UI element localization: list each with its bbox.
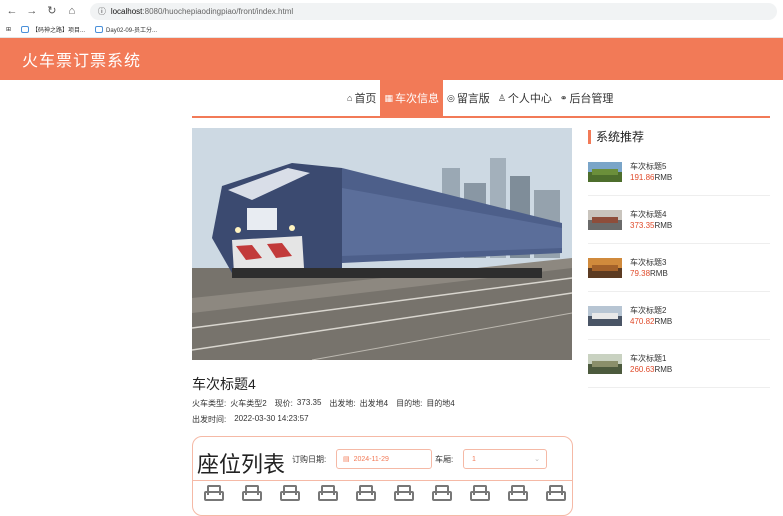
seat-grid	[204, 485, 566, 501]
departure-time-value: 2022-03-30 14:23:57	[234, 414, 309, 423]
seat-icon[interactable]	[394, 485, 414, 501]
recommend-price: 79.38RMB	[630, 268, 668, 278]
train-title: 车次标题4	[192, 376, 256, 392]
departure-value: 出发地4	[359, 399, 389, 408]
browser-toolbar: ← → ↻ ⌂ ⓘ localhost:8080/huochepiaodingp…	[0, 0, 783, 22]
title-accent-bar	[588, 129, 591, 144]
recommend-title: 系统推荐	[596, 130, 645, 144]
recommend-item[interactable]: 车次标题3 79.38RMB	[588, 244, 770, 292]
seat-icon[interactable]	[546, 485, 566, 501]
destination-value: 目的地4	[426, 399, 455, 408]
seat-icon[interactable]	[470, 485, 490, 501]
forward-icon[interactable]: →	[26, 0, 38, 22]
site-title: 火车票订票系统	[22, 53, 142, 70]
recommend-name[interactable]: 车次标题4	[630, 209, 672, 220]
train-type-value: 火车类型2	[230, 399, 267, 408]
recommend-item[interactable]: 车次标题5 191.86RMB	[588, 148, 770, 196]
nav-underline	[192, 116, 770, 118]
apps-icon[interactable]: ⊞	[6, 26, 11, 33]
recommend-thumbnail[interactable]	[588, 209, 622, 230]
calendar-icon: ▤	[343, 456, 350, 463]
bookmark-icon	[95, 26, 104, 33]
bookmark-icon	[21, 26, 30, 33]
departure-time-line: 出发时间: 2022-03-30 14:23:57	[192, 414, 309, 424]
home-browser-icon[interactable]: ⌂	[66, 0, 78, 22]
user-icon: ♙	[497, 92, 506, 103]
seat-icon[interactable]	[432, 485, 452, 501]
info-icon: ⓘ	[97, 6, 106, 16]
recommend-item[interactable]: 车次标题1 260.63RMB	[588, 340, 770, 388]
url-path: :8080/huochepiaodingpiao/front/index.htm…	[142, 6, 294, 16]
recommend-name[interactable]: 车次标题1	[630, 353, 672, 364]
order-date-input[interactable]: ▤ 2024-11-29	[336, 449, 432, 469]
seat-icon[interactable]	[318, 485, 338, 501]
recommend-thumbnail[interactable]	[588, 161, 622, 182]
seat-divider	[193, 480, 572, 481]
recommend-price: 470.82RMB	[630, 316, 673, 326]
seat-icon[interactable]	[204, 485, 224, 501]
recommend-item[interactable]: 车次标题4 373.35RMB	[588, 196, 770, 244]
bookmark-item[interactable]: Day02-09-员工分...	[95, 25, 157, 34]
grid-icon: ▦	[384, 92, 393, 103]
home-icon: ⌂	[347, 93, 353, 103]
seat-icon[interactable]	[508, 485, 528, 501]
recommend-header: 系统推荐	[588, 128, 644, 145]
recommend-item[interactable]: 车次标题2 470.82RMB	[588, 292, 770, 340]
nav-user-center[interactable]: ♙ 个人中心	[494, 80, 556, 116]
recommend-list: 车次标题5 191.86RMB 车次标题4 373.35RMB 车次标题3 79.38RM…	[588, 148, 770, 388]
nav-admin[interactable]: ⚭ 后台管理	[556, 80, 618, 116]
chat-icon: ◎	[446, 92, 455, 103]
train-illustration	[192, 128, 572, 360]
nav-message-board[interactable]: ◎ 留言版	[443, 80, 494, 116]
seat-icon[interactable]	[280, 485, 300, 501]
bookmark-item[interactable]: 【码神之路】项目...	[21, 25, 85, 34]
recommend-name[interactable]: 车次标题3	[630, 257, 668, 268]
seat-list-title: 座位列表	[197, 452, 286, 477]
recommend-thumbnail[interactable]	[588, 305, 622, 326]
recommend-price: 260.63RMB	[630, 364, 673, 374]
train-image	[192, 128, 572, 360]
recommend-price: 373.35RMB	[630, 220, 673, 230]
nav-home[interactable]: ⌂ 首页	[343, 80, 380, 116]
recommend-name[interactable]: 车次标题5	[630, 161, 672, 172]
site-header: 火车票订票系统	[0, 38, 783, 80]
car-label: 车厢:	[435, 455, 454, 464]
reload-icon[interactable]: ↻	[46, 0, 58, 22]
car-select[interactable]: 1 ⌄	[463, 449, 547, 469]
bookmarks-bar: ⊞ 【码神之路】项目... Day02-09-员工分...	[0, 22, 783, 38]
link-icon: ⚭	[559, 92, 568, 103]
address-bar[interactable]: ⓘ localhost:8080/huochepiaodingpiao/fron…	[89, 2, 778, 20]
order-date-label: 订购日期:	[292, 455, 327, 464]
recommend-thumbnail[interactable]	[588, 257, 622, 278]
chevron-down-icon: ⌄	[534, 456, 540, 463]
back-icon[interactable]: ←	[6, 0, 18, 22]
seat-panel: 座位列表 订购日期: ▤ 2024-11-29 车厢: 1 ⌄	[192, 436, 573, 516]
url-host: localhost	[110, 6, 143, 16]
seat-icon[interactable]	[242, 485, 262, 501]
recommend-thumbnail[interactable]	[588, 353, 622, 374]
train-attributes: 火车类型: 火车类型2 现价: 373.35 出发地: 出发地4 目的地: 目的地4	[192, 398, 455, 408]
recommend-price: 191.86RMB	[630, 172, 673, 182]
price-value: 373.35	[296, 398, 322, 407]
main-nav: ⌂ 首页 ▦ 车次信息 ◎ 留言版 ♙ 个人中心 ⚭ 后台管理	[343, 80, 617, 116]
seat-icon[interactable]	[356, 485, 376, 501]
recommend-name[interactable]: 车次标题2	[630, 305, 672, 316]
nav-train-info[interactable]: ▦ 车次信息	[380, 80, 443, 116]
